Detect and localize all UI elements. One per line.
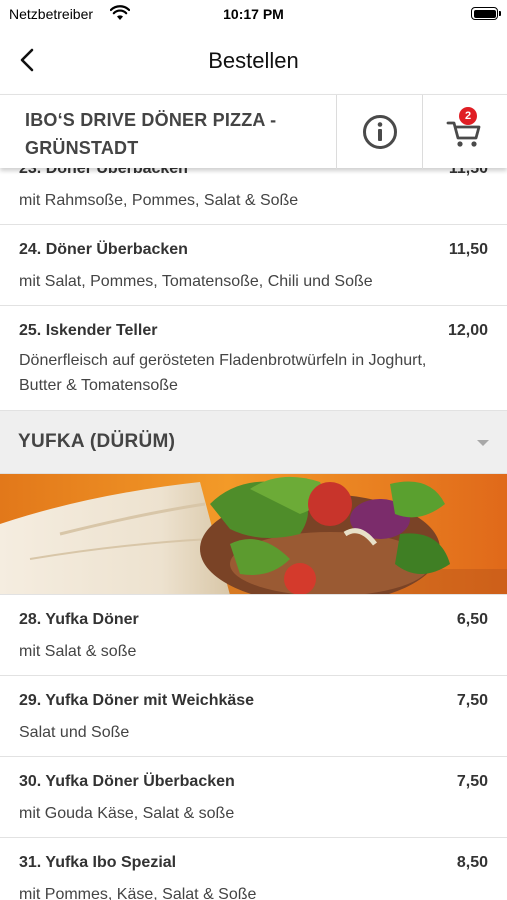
- item-name: 23. Döner Überbacken: [19, 168, 188, 177]
- item-price: 11,50: [448, 241, 488, 258]
- cart-button[interactable]: 2: [423, 95, 507, 169]
- menu-item[interactable]: 24. Döner Überbacken 11,50 mit Salat, Po…: [0, 225, 507, 306]
- item-description: mit Salat & soße: [19, 643, 137, 660]
- item-description: Salat und Soße: [19, 724, 130, 741]
- category-title: YUFKA (DÜRÜM): [18, 431, 176, 452]
- page-title: Bestellen: [208, 48, 299, 73]
- caret-down-icon: [477, 440, 489, 446]
- info-button[interactable]: [337, 95, 422, 169]
- yufka-wrap-image: [0, 474, 507, 594]
- menu-item[interactable]: 23. Döner Überbacken 11,50 mit Rahmsoße,…: [0, 168, 507, 225]
- item-price: 7,50: [456, 692, 488, 709]
- item-name: 28. Yufka Döner: [19, 611, 139, 628]
- item-description: Dönerfleisch auf gerösteten Fladenbrotwü…: [19, 352, 427, 394]
- clock: 10:17 PM: [223, 6, 284, 22]
- menu-item[interactable]: 29. Yufka Döner mit Weichkäse 7,50 Salat…: [0, 676, 507, 757]
- item-description: mit Rahmsoße, Pommes, Salat & Soße: [19, 192, 299, 209]
- info-icon: [362, 115, 397, 149]
- navigation-bar: Bestellen: [0, 28, 507, 92]
- cart-count-badge: 2: [459, 107, 477, 125]
- item-price: 8,50: [456, 854, 488, 871]
- restaurant-header: IBO‘S DRIVE DÖNER PIZZA - GRÜNSTADT 2: [0, 94, 507, 169]
- menu-item[interactable]: 31. Yufka Ibo Spezial 8,50 mit Pommes, K…: [0, 838, 507, 900]
- item-name: 25. Iskender Teller: [19, 322, 158, 339]
- item-price: 11,50: [448, 168, 488, 177]
- item-description: mit Salat, Pommes, Tomatensoße, Chili un…: [19, 273, 373, 290]
- item-description: mit Gouda Käse, Salat & soße: [19, 805, 235, 822]
- restaurant-name: IBO‘S DRIVE DÖNER PIZZA - GRÜNSTADT: [25, 110, 277, 158]
- menu-list[interactable]: 23. Döner Überbacken 11,50 mit Rahmsoße,…: [0, 168, 507, 900]
- item-name: 29. Yufka Döner mit Weichkäse: [19, 692, 255, 709]
- status-bar: Netzbetreiber 10:17 PM: [0, 0, 507, 28]
- item-price: 7,50: [456, 773, 488, 790]
- item-price: 6,50: [456, 611, 488, 628]
- item-name: 31. Yufka Ibo Spezial: [19, 854, 177, 871]
- menu-item[interactable]: 25. Iskender Teller 12,00 Dönerfleisch a…: [0, 306, 507, 411]
- category-header-yufka[interactable]: YUFKA (DÜRÜM): [0, 411, 507, 474]
- category-image: [0, 474, 507, 595]
- item-description: mit Pommes, Käse, Salat & Soße: [19, 886, 257, 900]
- menu-item[interactable]: 28. Yufka Döner 6,50 mit Salat & soße: [0, 595, 507, 676]
- item-name: 30. Yufka Döner Überbacken: [19, 773, 235, 790]
- item-price: 12,00: [447, 322, 488, 339]
- menu-item[interactable]: 30. Yufka Döner Überbacken 7,50 mit Goud…: [0, 757, 507, 838]
- item-name: 24. Döner Überbacken: [19, 241, 188, 258]
- battery-icon: [471, 7, 501, 20]
